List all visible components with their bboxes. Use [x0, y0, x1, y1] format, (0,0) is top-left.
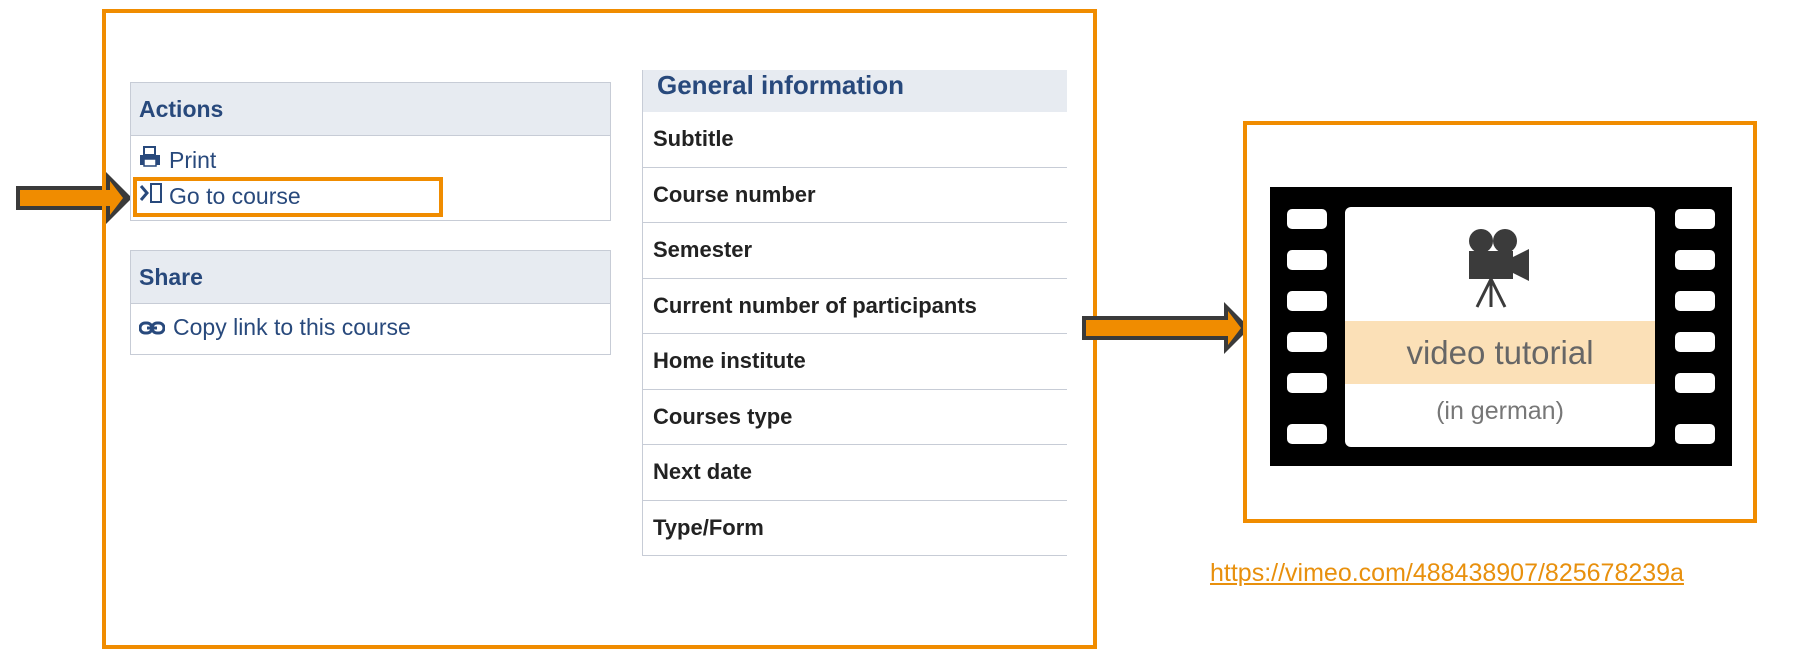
- info-row-course-number: Course number: [643, 168, 1067, 223]
- film-strip[interactable]: video tutorial (in german): [1270, 187, 1732, 466]
- film-perforation: [1675, 424, 1715, 444]
- film-perforation: [1675, 291, 1715, 311]
- copy-link-label: Copy link to this course: [173, 314, 411, 340]
- video-language-label: (in german): [1436, 397, 1564, 425]
- film-perforation: [1287, 373, 1327, 393]
- general-information-table: General information Subtitle Course numb…: [642, 70, 1067, 556]
- pointer-arrow-right: [1082, 302, 1250, 354]
- info-row-next-date: Next date: [643, 445, 1067, 501]
- video-camera-icon: [1463, 227, 1535, 316]
- print-link[interactable]: Print: [139, 146, 216, 174]
- actions-heading: Actions: [131, 83, 610, 136]
- share-panel: Share Copy link to this course: [130, 250, 611, 355]
- info-row-courses-type: Courses type: [643, 390, 1067, 445]
- video-tutorial-label: video tutorial: [1345, 321, 1655, 384]
- film-screen: video tutorial (in german): [1345, 207, 1655, 447]
- go-to-course-highlight: [133, 177, 443, 217]
- printer-icon: [139, 146, 161, 174]
- film-perforation: [1287, 209, 1327, 229]
- print-label: Print: [169, 146, 217, 173]
- info-row-participants: Current number of participants: [643, 279, 1067, 334]
- film-perforation: [1675, 373, 1715, 393]
- film-perforation: [1287, 250, 1327, 270]
- film-perforation: [1675, 332, 1715, 352]
- film-perforation: [1675, 209, 1715, 229]
- film-perforation: [1287, 291, 1327, 311]
- info-row-type-form: Type/Form: [643, 501, 1067, 556]
- general-information-heading: General information: [643, 70, 1067, 112]
- vimeo-link[interactable]: https://vimeo.com/488438907/825678239a: [1210, 559, 1684, 588]
- info-row-semester: Semester: [643, 223, 1067, 279]
- copy-link-button[interactable]: Copy link to this course: [138, 314, 411, 341]
- film-perforation: [1675, 250, 1715, 270]
- share-heading: Share: [131, 251, 610, 304]
- info-row-home-institute: Home institute: [643, 334, 1067, 390]
- link-icon: [138, 314, 166, 341]
- film-perforation: [1287, 424, 1327, 444]
- info-row-subtitle: Subtitle: [643, 112, 1067, 168]
- film-perforation: [1287, 332, 1327, 352]
